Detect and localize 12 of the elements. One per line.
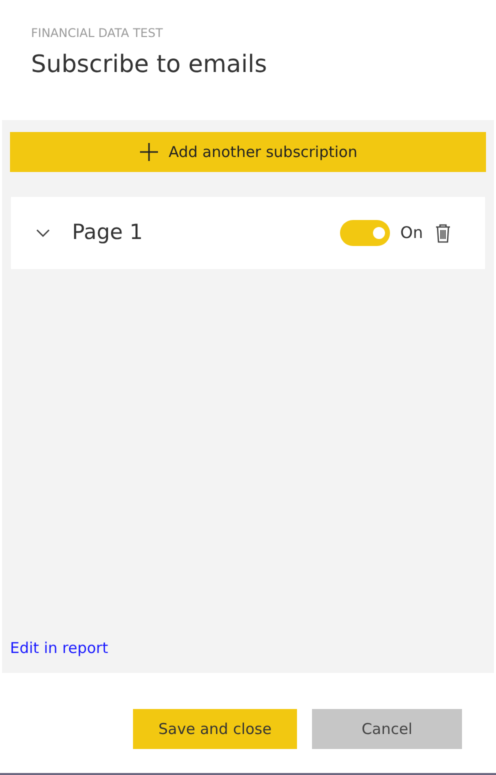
edit-in-report-link[interactable]: Edit in report bbox=[10, 636, 108, 659]
subscription-name: Page 1 bbox=[72, 219, 143, 246]
dialog-subtitle: FINANCIAL DATA TEST bbox=[31, 25, 163, 42]
toggle-switch[interactable] bbox=[340, 220, 390, 246]
add-subscription-button[interactable]: Add another subscription bbox=[10, 132, 486, 172]
cancel-button[interactable]: Cancel bbox=[312, 709, 462, 749]
toggle-label: On bbox=[400, 222, 423, 244]
save-button[interactable]: Save and close bbox=[133, 709, 297, 749]
trash-icon[interactable] bbox=[435, 223, 451, 243]
dialog-title: Subscribe to emails bbox=[31, 49, 267, 80]
plus-icon bbox=[138, 142, 159, 162]
chevron-icon[interactable] bbox=[36, 228, 50, 238]
